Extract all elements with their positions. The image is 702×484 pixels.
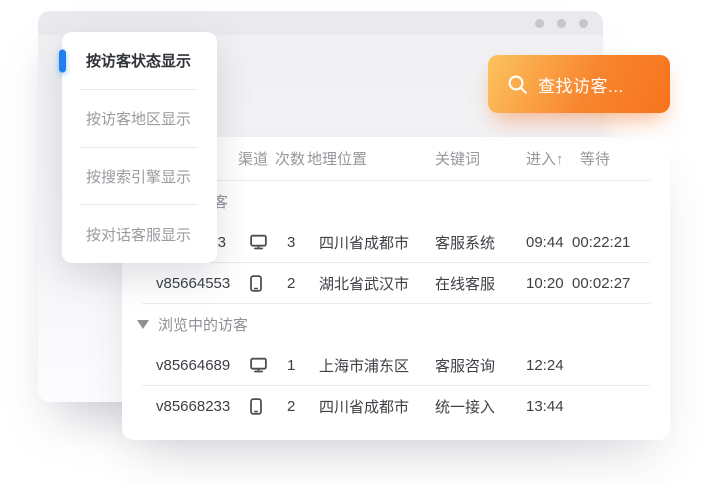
menu-item-label: 按访客地区显示	[86, 111, 192, 129]
keyword-cell: 在线客服	[435, 275, 496, 293]
active-indicator	[59, 49, 66, 73]
menu-item-4[interactable]: 按对话客服显示	[62, 205, 217, 263]
location-cell: 上海市浦东区	[319, 357, 410, 375]
visitor-row[interactable]: v85664553 2 湖北省武汉市 在线客服 10:20 00:02:27	[142, 263, 650, 304]
keyword-cell: 客服系统	[435, 234, 496, 252]
section-header[interactable]: 浏览中的访客	[137, 304, 650, 345]
enter-time-cell: 12:24	[526, 356, 564, 374]
find-visitor-label: 查找访客...	[538, 76, 624, 96]
desktop-icon	[250, 234, 267, 250]
header-location: 地理位置	[307, 151, 368, 168]
menu-item-label: 按访客状态显示	[86, 53, 192, 71]
visitor-row[interactable]: v85664689 1 上海市浦东区 客服咨询 12:24	[142, 345, 650, 386]
collapse-arrow-icon	[137, 320, 149, 329]
search-icon	[508, 75, 527, 94]
location-cell: 湖北省武汉市	[319, 275, 410, 293]
location-cell: 四川省成都市	[319, 399, 410, 416]
menu-item-label: 按搜索引擎显示	[86, 168, 192, 186]
header-keyword: 关键词	[435, 151, 481, 168]
desktop-icon	[250, 357, 267, 373]
keyword-cell: 统一接入	[435, 399, 496, 416]
mobile-icon	[250, 398, 262, 415]
visit-count-cell: 2	[287, 274, 296, 292]
visitor-id-cell: v85668233	[156, 398, 231, 415]
display-mode-menu: 按访客状态显示 按访客地区显示 按搜索引擎显示 按对话客服显示	[59, 32, 217, 263]
menu-item-3[interactable]: 按搜索引擎显示	[62, 148, 217, 206]
header-enter-sort[interactable]: 进入↑	[526, 148, 572, 169]
location-cell: 四川省成都市	[319, 234, 410, 252]
channel-cell	[250, 398, 287, 415]
visit-count-cell: 1	[287, 356, 296, 374]
visitor-id-cell: v85664689	[156, 356, 231, 374]
window-dot-icon	[535, 18, 544, 28]
wait-time-cell: 00:22:21	[572, 233, 631, 251]
menu-item-2[interactable]: 按访客地区显示	[62, 90, 217, 148]
window-dot-icon	[557, 18, 566, 28]
channel-cell	[250, 274, 287, 292]
page: 渠道 次数 地理位置 关键词 进入↑ 等待 对话中的访客 3 3 四川省成都市 …	[0, 0, 702, 484]
visit-count-cell: 2	[287, 398, 296, 415]
enter-time-cell: 09:44	[526, 233, 564, 251]
table-body: 对话中的访客 3 3 四川省成都市 客服系统 09:44 00:22:21 v8…	[117, 181, 650, 427]
visitor-row[interactable]: v85668233 2 四川省成都市 统一接入 13:44	[142, 386, 650, 427]
menu-item-label: 按对话客服显示	[86, 226, 192, 244]
visitor-row[interactable]: 3 3 四川省成都市 客服系统 09:44 00:22:21	[142, 222, 650, 263]
header-wait: 等待	[580, 151, 611, 168]
menu-item-1[interactable]: 按访客状态显示	[59, 32, 217, 90]
visit-count-cell: 3	[287, 233, 296, 251]
keyword-cell: 客服咨询	[435, 357, 496, 375]
channel-cell	[250, 357, 287, 373]
wait-time-cell: 00:02:27	[572, 274, 631, 292]
window-dot-icon	[579, 18, 588, 28]
find-visitor-button[interactable]: 查找访客...	[488, 55, 670, 113]
enter-time-cell: 13:44	[526, 398, 564, 415]
channel-cell	[250, 234, 287, 250]
mobile-icon	[250, 274, 262, 292]
enter-time-cell: 10:20	[526, 274, 564, 292]
section-title: 浏览中的访客	[158, 317, 249, 334]
visitor-id-cell: v85664553	[156, 274, 231, 292]
table-header-row: 渠道 次数 地理位置 关键词 进入↑ 等待	[142, 137, 650, 181]
